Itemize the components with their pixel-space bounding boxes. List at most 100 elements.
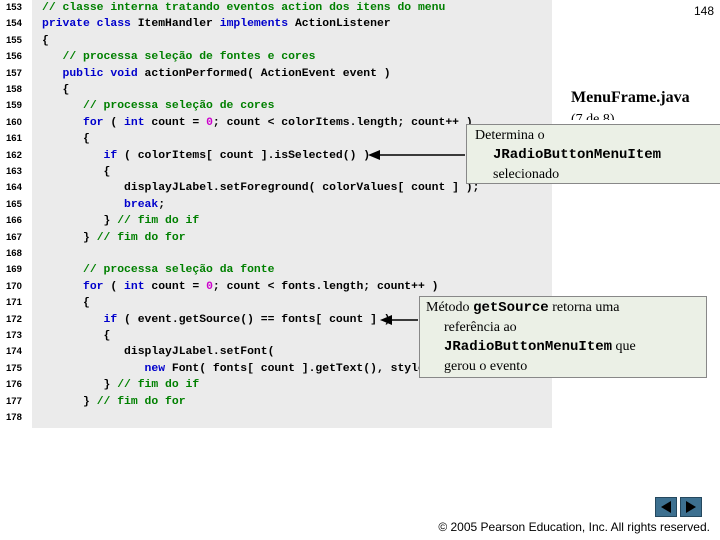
line-number: 162	[6, 149, 22, 161]
code-text: {	[42, 328, 111, 344]
code-token-keyword: int	[124, 116, 152, 129]
callout-getsource: Método getSource retorna uma referência …	[419, 296, 707, 378]
code-token-plain: ; count < fonts.length; count++ )	[212, 280, 439, 293]
code-line: 159 // processa seleção de cores	[2, 98, 552, 114]
code-text: displayJLabel.setFont(	[42, 344, 274, 360]
line-number: 153	[6, 2, 22, 13]
code-token-keyword: private class	[42, 18, 138, 31]
line-number: 173	[6, 330, 22, 341]
code-text: // processa seleção de fontes e cores	[42, 49, 316, 65]
callout-2-code2: JRadioButtonMenuItem	[444, 339, 613, 355]
line-number: 176	[6, 379, 22, 391]
code-text: {	[42, 295, 90, 311]
code-line: 169 // processa seleção da fonte	[2, 262, 552, 278]
code-line: 168	[2, 246, 552, 262]
code-text: {	[42, 131, 90, 147]
code-text: } // fim do for	[42, 230, 186, 246]
callout-1-line3: selecionado	[493, 167, 560, 182]
code-token-comment: // fim do if	[117, 379, 200, 392]
line-number: 158	[6, 84, 22, 95]
code-text: {	[42, 33, 49, 49]
callout-1-line1: Determina o	[475, 128, 545, 143]
code-line: 154 private class ItemHandler implements …	[2, 16, 552, 32]
code-token-comment: // processa seleção de cores	[42, 100, 275, 113]
code-line: 178	[2, 410, 552, 426]
code-token-keyword: public void	[42, 67, 145, 80]
code-line: 156 // processa seleção de fontes e core…	[2, 49, 552, 65]
code-token-plain: Font( fonts[ count ].getText(), style,	[171, 362, 432, 375]
code-line: 158 {	[2, 82, 552, 98]
code-text: // processa seleção de cores	[42, 98, 274, 114]
line-number: 160	[6, 116, 22, 128]
code-token-plain: ItemHandler	[137, 18, 220, 31]
code-token-plain: (	[110, 280, 125, 293]
previous-slide-button[interactable]	[655, 497, 677, 517]
code-token-plain: }	[42, 215, 118, 228]
code-token-plain: count =	[151, 280, 207, 293]
line-number: 159	[6, 100, 22, 112]
code-token-plain: ( colorItems[ count ].isSelected() )	[124, 149, 371, 162]
code-token-comment: // fim do for	[96, 395, 186, 408]
line-number: 167	[6, 231, 22, 243]
code-token-comment: // processa seleção de fontes e cores	[42, 51, 316, 64]
code-token-keyword: break	[42, 198, 159, 211]
code-line: 165 break;	[2, 197, 552, 213]
code-token-plain: {	[42, 166, 111, 178]
line-number: 154	[6, 18, 22, 30]
line-number: 172	[6, 313, 22, 325]
code-token-comment: // fim do if	[117, 215, 200, 228]
callout-1-code: JRadioButtonMenuItem	[493, 147, 662, 163]
callout-2-line2: referência ao	[444, 320, 517, 335]
line-number: 164	[6, 182, 22, 194]
code-line: 170 for ( int count = 0; count < fonts.l…	[2, 279, 552, 295]
code-token-plain: }	[42, 379, 118, 392]
code-line: 177 } // fim do for	[2, 394, 552, 410]
code-text: public void actionPerformed( ActionEvent…	[42, 66, 391, 82]
code-token-plain: {	[42, 330, 111, 342]
code-token-comment: // classe interna tratando eventos actio…	[42, 2, 446, 14]
callout-2-after1: retorna uma	[548, 300, 620, 315]
code-line: 167 } // fim do for	[2, 230, 552, 246]
code-token-comment: // fim do for	[96, 231, 186, 244]
code-token-number: 0	[206, 116, 213, 129]
code-token-comment: // processa seleção da fonte	[42, 264, 275, 277]
code-token-keyword: if	[42, 149, 125, 162]
line-number: 174	[6, 346, 22, 358]
line-number: 161	[6, 133, 22, 145]
code-text: {	[42, 164, 111, 180]
code-token-plain: ( event.getSource() == fonts[ count ] )	[124, 313, 391, 326]
code-line: 155 {	[2, 33, 552, 49]
code-line: 166 } // fim do if	[2, 213, 552, 229]
code-token-plain: actionPerformed( ActionEvent event )	[144, 67, 391, 80]
code-token-keyword: new	[42, 362, 172, 375]
triangle-left-icon	[661, 501, 671, 513]
line-number: 178	[6, 412, 22, 423]
line-number: 175	[6, 362, 22, 374]
code-text: if ( colorItems[ count ].isSelected() )	[42, 148, 371, 164]
code-token-plain: (	[110, 116, 125, 129]
line-number: 157	[6, 67, 22, 79]
line-number: 165	[6, 198, 22, 210]
line-number: 155	[6, 34, 22, 46]
line-number: 168	[6, 248, 22, 259]
code-text: displayJLabel.setForeground( colorValues…	[42, 180, 479, 196]
page-number: 148	[693, 4, 714, 18]
next-slide-button[interactable]	[680, 497, 702, 517]
code-token-plain: }	[42, 231, 97, 244]
code-token-plain: }	[42, 395, 97, 408]
code-token-plain: {	[42, 34, 49, 47]
line-number: 171	[6, 297, 22, 309]
code-text: new Font( fonts[ count ].getText(), styl…	[42, 361, 432, 377]
callout-2-prefix: Método	[426, 300, 474, 315]
code-token-keyword: int	[124, 280, 152, 293]
code-token-plain: {	[42, 84, 70, 96]
code-token-plain: ;	[158, 198, 166, 211]
line-number: 169	[6, 264, 22, 276]
code-text: if ( event.getSource() == fonts[ count ]…	[42, 312, 391, 328]
line-number: 156	[6, 51, 22, 63]
copyright-footer: © 2005 Pearson Education, Inc. All right…	[438, 520, 710, 534]
code-text: {	[42, 82, 70, 98]
code-text: for ( int count = 0; count < colorItems.…	[42, 115, 473, 131]
line-number: 177	[6, 395, 22, 407]
code-token-plain: {	[42, 297, 90, 310]
